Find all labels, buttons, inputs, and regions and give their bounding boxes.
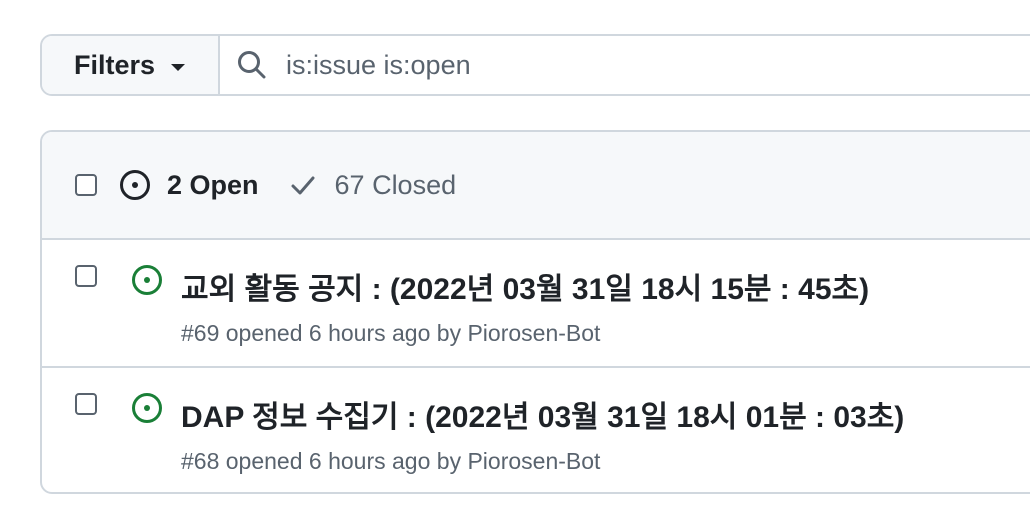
issue-opened-icon xyxy=(132,393,162,423)
issues-list: 2 Open 67 Closed 교외 활동 공지 : (2022년 03월 3… xyxy=(40,130,1030,494)
issue-meta: #68 opened 6 hours ago by Piorosen-Bot xyxy=(181,448,600,475)
search-container xyxy=(220,36,1030,94)
issue-opened-text: opened 6 hours ago by xyxy=(225,320,462,346)
open-count-label: 2 Open xyxy=(167,169,259,200)
issue-number: #68 xyxy=(181,448,220,474)
issue-row: DAP 정보 수집기 : (2022년 03월 31일 18시 01분 : 03… xyxy=(42,366,1030,492)
filters-label: Filters xyxy=(74,49,156,80)
select-all-checkbox[interactable] xyxy=(75,174,97,196)
check-icon xyxy=(291,176,315,195)
issue-author-link[interactable]: Piorosen-Bot xyxy=(467,448,600,474)
closed-issues-toggle[interactable]: 67 Closed xyxy=(289,169,457,201)
triangle-down-icon xyxy=(171,63,186,71)
search-input[interactable] xyxy=(284,48,988,82)
open-issues-toggle[interactable]: 2 Open xyxy=(119,169,259,201)
issue-meta: #69 opened 6 hours ago by Piorosen-Bot xyxy=(181,320,600,347)
issues-header: 2 Open 67 Closed xyxy=(42,132,1030,240)
issue-author-link[interactable]: Piorosen-Bot xyxy=(467,320,600,346)
filter-bar: Filters xyxy=(40,34,1030,96)
issue-checkbox[interactable] xyxy=(75,393,97,415)
search-icon xyxy=(238,51,266,79)
issue-number: #69 xyxy=(181,320,220,346)
issue-opened-text: opened 6 hours ago by xyxy=(225,448,462,474)
issue-title-link[interactable]: DAP 정보 수집기 : (2022년 03월 31일 18시 01분 : 03… xyxy=(181,392,904,436)
issue-row: 교외 활동 공지 : (2022년 03월 31일 18시 15분 : 45초)… xyxy=(42,240,1030,366)
issue-opened-icon xyxy=(132,265,162,295)
issue-checkbox[interactable] xyxy=(75,265,97,287)
issue-title-link[interactable]: 교외 활동 공지 : (2022년 03월 31일 18시 15분 : 45초) xyxy=(181,264,869,308)
closed-count-label: 67 Closed xyxy=(334,169,457,200)
issue-opened-icon xyxy=(120,170,150,200)
filters-button[interactable]: Filters xyxy=(42,36,220,94)
